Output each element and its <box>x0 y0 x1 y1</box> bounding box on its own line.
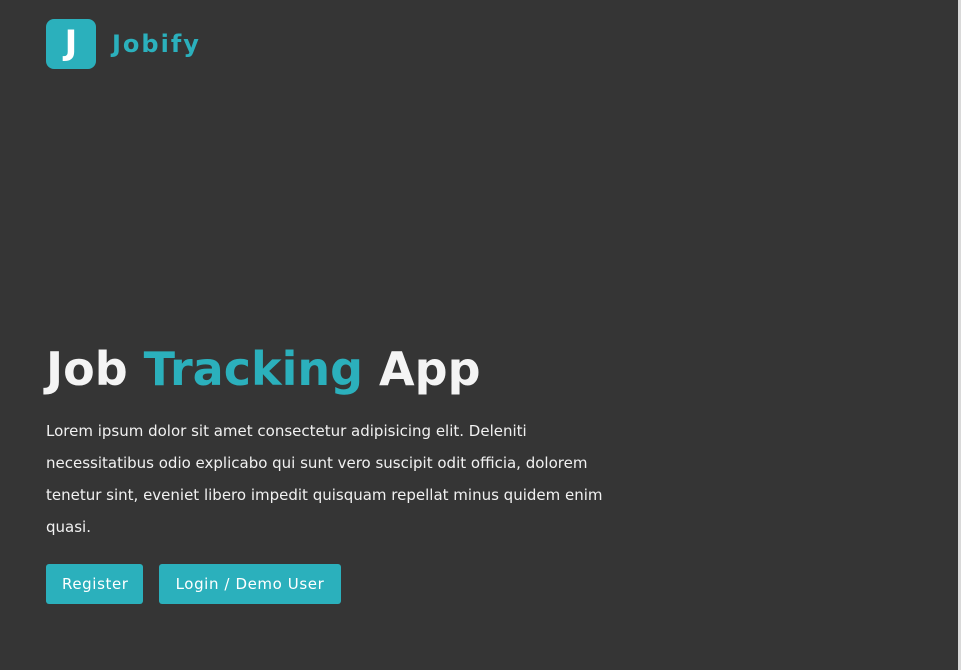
login-demo-user-button[interactable]: Login / Demo User <box>159 564 341 604</box>
hero-description: Lorem ipsum dolor sit amet consectetur a… <box>46 422 603 536</box>
logo-letter: J <box>64 23 78 63</box>
brand-name[interactable]: Jobify <box>112 32 201 56</box>
hero-section: Job Tracking App Lorem ipsum dolor sit a… <box>46 336 626 604</box>
register-button[interactable]: Register <box>46 564 143 604</box>
hero-title-app: App <box>379 342 481 396</box>
hero-title: Job Tracking App <box>46 336 626 402</box>
hero-actions: Register Login / Demo User <box>46 564 626 604</box>
hero-title-tracking: Tracking <box>143 342 364 396</box>
top-navigation: J Jobify <box>46 19 201 69</box>
hero-title-job: Job <box>46 342 128 396</box>
logo-icon[interactable]: J <box>46 19 96 69</box>
